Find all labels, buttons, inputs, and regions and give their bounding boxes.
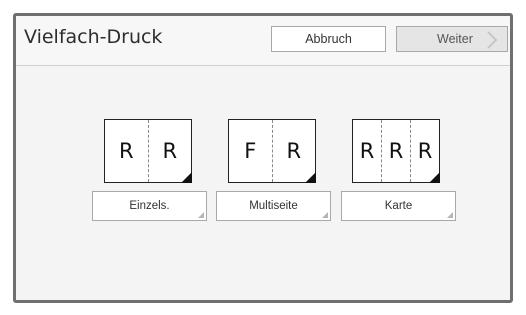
option-karte: R R R Karte (341, 119, 456, 221)
next-button[interactable]: Weiter (396, 26, 508, 52)
einzels-button-label: Einzels. (129, 200, 170, 212)
button-corner-icon (198, 212, 204, 218)
option-einzels: R R Einzels. (92, 119, 207, 221)
multiseite-button[interactable]: Multiseite (216, 191, 331, 221)
page-fold-icon (181, 172, 192, 183)
chevron-right-icon (487, 31, 498, 49)
multipage-layout-icon: F R (228, 119, 316, 183)
page-fold-icon (305, 172, 316, 183)
einzels-button[interactable]: Einzels. (92, 191, 207, 221)
layout-letter: R (118, 139, 134, 163)
cancel-button-label: Abbruch (305, 32, 352, 46)
button-corner-icon (447, 212, 453, 218)
button-corner-icon (322, 212, 328, 218)
page-title: Vielfach-Druck (24, 26, 163, 48)
next-button-label: Weiter (437, 32, 473, 46)
karte-button[interactable]: Karte (341, 191, 456, 221)
cancel-button[interactable]: Abbruch (271, 26, 386, 52)
card-layout-icon: R R R (352, 119, 440, 183)
dialog-header: Vielfach-Druck Abbruch Weiter (16, 16, 510, 66)
option-multiseite: F R Multiseite (216, 119, 331, 221)
layout-letter: R (381, 120, 410, 182)
layout-letter: R (359, 139, 375, 163)
single-layout-icon: R R (104, 119, 192, 183)
multiseite-button-label: Multiseite (249, 200, 298, 212)
dialog-frame: Vielfach-Druck Abbruch Weiter R R Einzel… (13, 13, 513, 303)
layout-letter: F (244, 139, 257, 163)
page-fold-icon (429, 172, 440, 183)
karte-button-label: Karte (384, 200, 413, 212)
